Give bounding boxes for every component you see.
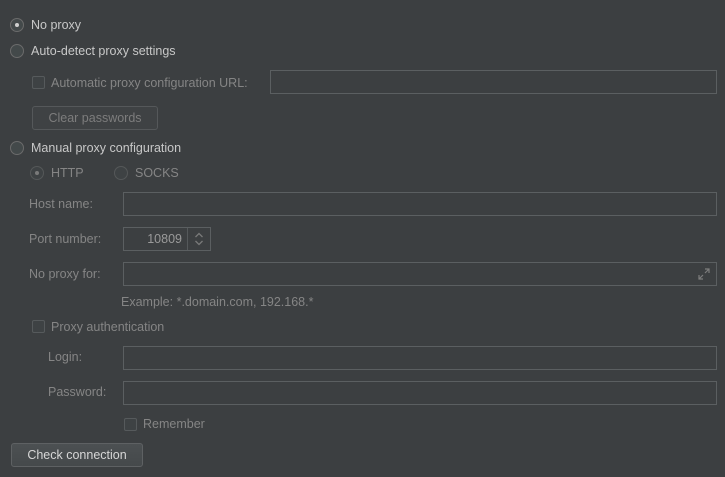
http-radio[interactable] — [30, 166, 44, 180]
password-input[interactable] — [123, 381, 717, 405]
manual-proxy-radio[interactable] — [10, 141, 24, 155]
host-name-label: Host name: — [29, 197, 93, 211]
remember-label: Remember — [143, 417, 205, 431]
http-label: HTTP — [51, 166, 84, 180]
port-number-value: 10809 — [147, 232, 182, 246]
auto-config-url-label: Automatic proxy configuration URL: — [51, 76, 248, 90]
no-proxy-label[interactable]: No proxy — [31, 17, 81, 33]
port-number-label: Port number: — [29, 232, 102, 246]
no-proxy-example-text: Example: *.domain.com, 192.168.* — [121, 295, 314, 309]
login-input[interactable] — [123, 346, 717, 370]
socks-radio[interactable] — [114, 166, 128, 180]
auto-config-url-input[interactable] — [270, 70, 717, 94]
login-label: Login: — [48, 350, 83, 364]
socks-label: SOCKS — [135, 166, 179, 180]
up-down-arrows-icon[interactable] — [187, 228, 210, 250]
port-number-spinner[interactable]: 10809 — [123, 227, 211, 251]
proxy-auth-checkbox[interactable] — [32, 320, 45, 333]
proxy-settings-panel: No proxy Auto-detect proxy settings Auto… — [0, 0, 725, 477]
no-proxy-for-label: No proxy for: — [29, 267, 101, 281]
auto-detect-label[interactable]: Auto-detect proxy settings — [31, 43, 176, 59]
remember-checkbox[interactable] — [124, 418, 137, 431]
auto-detect-radio[interactable] — [10, 44, 24, 58]
no-proxy-radio[interactable] — [10, 18, 24, 32]
manual-proxy-label[interactable]: Manual proxy configuration — [31, 140, 181, 156]
host-name-input[interactable] — [123, 192, 717, 216]
clear-passwords-button[interactable]: Clear passwords — [32, 106, 158, 130]
auto-config-url-checkbox[interactable] — [32, 76, 45, 89]
proxy-auth-label: Proxy authentication — [51, 320, 165, 334]
no-proxy-for-input[interactable] — [123, 262, 717, 286]
check-connection-button[interactable]: Check connection — [11, 443, 143, 467]
expand-diagonal-icon[interactable] — [697, 267, 711, 281]
password-label: Password: — [48, 385, 107, 399]
